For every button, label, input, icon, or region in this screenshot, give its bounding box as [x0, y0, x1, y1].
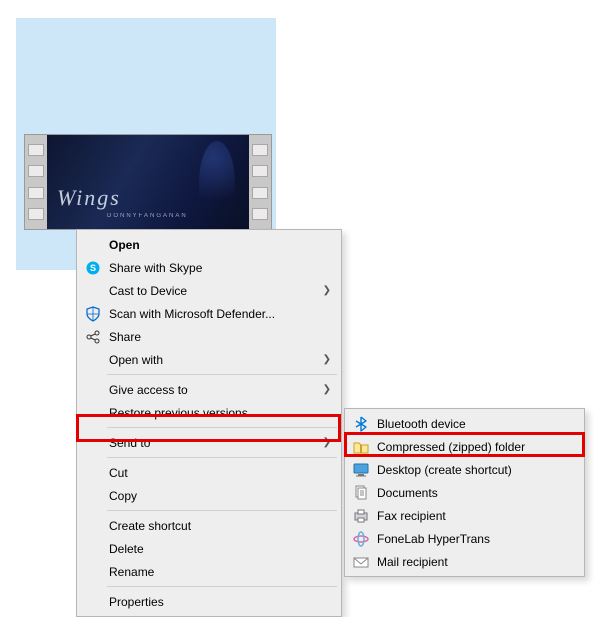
menu-label: Desktop (create shortcut) — [377, 463, 512, 477]
menu-label: Share with Skype — [109, 261, 202, 275]
menu-give-access[interactable]: Give access to ❯ — [79, 378, 339, 401]
separator — [107, 457, 337, 458]
menu-label: Rename — [109, 565, 154, 579]
submenu-documents[interactable]: Documents — [347, 481, 582, 504]
separator — [107, 510, 337, 511]
menu-label: Cut — [109, 466, 128, 480]
menu-rename[interactable]: Rename — [79, 560, 339, 583]
video-overlay-subtitle: DONNYFANGANAN — [107, 213, 188, 219]
hypertrans-icon — [353, 531, 369, 547]
filmstrip-right — [249, 135, 271, 229]
video-overlay-title: Wings — [57, 185, 121, 211]
menu-label: Mail recipient — [377, 555, 448, 569]
menu-send-to[interactable]: Send to ❯ — [79, 431, 339, 454]
menu-label: Fax recipient — [377, 509, 446, 523]
mail-icon — [353, 554, 369, 570]
separator — [107, 427, 337, 428]
submenu-compressed-folder[interactable]: Compressed (zipped) folder — [347, 435, 582, 458]
menu-scan-defender[interactable]: Scan with Microsoft Defender... — [79, 302, 339, 325]
share-icon — [85, 329, 101, 345]
documents-icon — [353, 485, 369, 501]
menu-label: Restore previous versions — [109, 406, 248, 420]
submenu-arrow-icon: ❯ — [323, 285, 331, 296]
video-frame: Wings DONNYFANGANAN — [47, 135, 249, 229]
submenu-mail[interactable]: Mail recipient — [347, 550, 582, 573]
fax-icon — [353, 508, 369, 524]
menu-label: Scan with Microsoft Defender... — [109, 307, 275, 321]
menu-create-shortcut[interactable]: Create shortcut — [79, 514, 339, 537]
menu-label: Documents — [377, 486, 438, 500]
shield-icon — [85, 306, 101, 322]
menu-label: Create shortcut — [109, 519, 191, 533]
video-file-thumbnail[interactable]: Wings DONNYFANGANAN — [24, 134, 272, 230]
menu-label: Cast to Device — [109, 284, 187, 298]
svg-text:S: S — [90, 263, 96, 273]
submenu-arrow-icon: ❯ — [323, 354, 331, 365]
menu-delete[interactable]: Delete — [79, 537, 339, 560]
menu-share[interactable]: Share — [79, 325, 339, 348]
menu-restore-versions[interactable]: Restore previous versions — [79, 401, 339, 424]
bluetooth-icon — [353, 416, 369, 432]
menu-label: Compressed (zipped) folder — [377, 440, 525, 454]
filmstrip-left — [25, 135, 47, 229]
menu-label: Share — [109, 330, 141, 344]
menu-label: Copy — [109, 489, 137, 503]
submenu-desktop-shortcut[interactable]: Desktop (create shortcut) — [347, 458, 582, 481]
menu-label: Send to — [109, 436, 150, 450]
menu-label: Open with — [109, 353, 163, 367]
separator — [107, 374, 337, 375]
submenu-bluetooth[interactable]: Bluetooth device — [347, 412, 582, 435]
menu-label: Open — [109, 238, 140, 252]
send-to-submenu: Bluetooth device Compressed (zipped) fol… — [344, 408, 585, 577]
menu-copy[interactable]: Copy — [79, 484, 339, 507]
desktop-icon — [353, 462, 369, 478]
menu-share-skype[interactable]: S Share with Skype — [79, 256, 339, 279]
skype-icon: S — [85, 260, 101, 276]
zip-folder-icon — [353, 439, 369, 455]
menu-label: FoneLab HyperTrans — [377, 532, 490, 546]
menu-open-with[interactable]: Open with ❯ — [79, 348, 339, 371]
menu-open[interactable]: Open — [79, 233, 339, 256]
submenu-hypertrans[interactable]: FoneLab HyperTrans — [347, 527, 582, 550]
submenu-arrow-icon: ❯ — [323, 437, 331, 448]
submenu-arrow-icon: ❯ — [323, 384, 331, 395]
context-menu: Open S Share with Skype Cast to Device ❯… — [76, 229, 342, 617]
submenu-fax[interactable]: Fax recipient — [347, 504, 582, 527]
separator — [107, 586, 337, 587]
menu-cast-to-device[interactable]: Cast to Device ❯ — [79, 279, 339, 302]
menu-label: Bluetooth device — [377, 417, 466, 431]
menu-label: Give access to — [109, 383, 188, 397]
menu-label: Delete — [109, 542, 144, 556]
menu-cut[interactable]: Cut — [79, 461, 339, 484]
